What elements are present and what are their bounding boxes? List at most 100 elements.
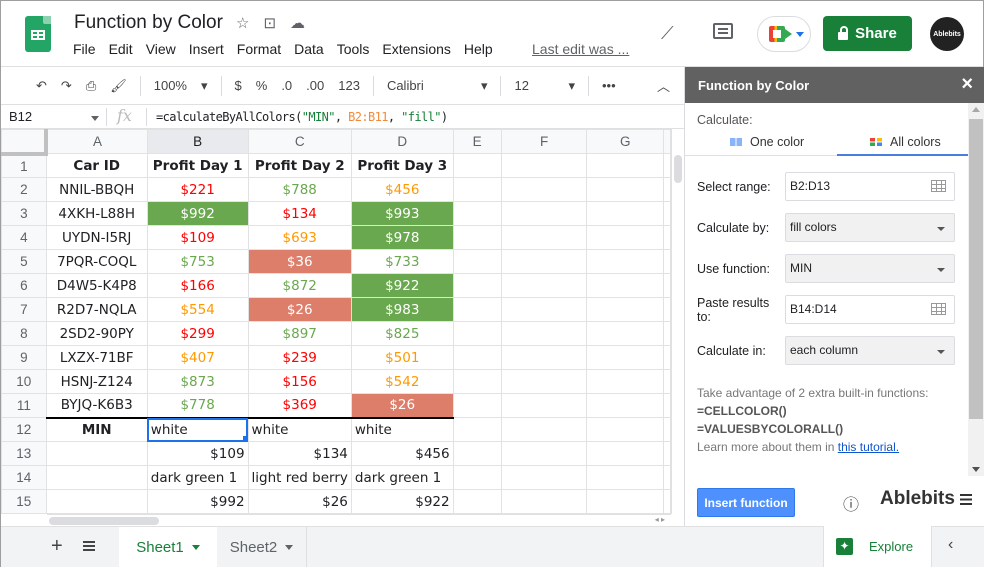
more-formats-button[interactable]: 123 <box>338 78 360 93</box>
profit-cell[interactable]: $26 <box>247 297 352 322</box>
cell[interactable] <box>663 465 671 490</box>
use-function-select[interactable]: MIN <box>785 254 955 283</box>
help-info-icon[interactable]: ⓘ <box>843 491 859 515</box>
hamburger-menu-icon[interactable] <box>960 494 972 506</box>
cell[interactable] <box>586 201 664 226</box>
row-header[interactable]: 12 <box>1 417 47 442</box>
row-header[interactable]: 8 <box>1 321 47 346</box>
profit-cell[interactable]: $554 <box>146 297 249 322</box>
star-icon[interactable]: ☆ <box>236 14 249 32</box>
row-header[interactable]: 13 <box>1 441 47 466</box>
cell[interactable] <box>500 273 588 298</box>
cell[interactable] <box>586 321 664 346</box>
profit-cell[interactable]: $109 <box>146 225 249 250</box>
chevron-down-icon[interactable] <box>191 545 200 550</box>
car-id-cell[interactable]: HSNJ-Z124 <box>45 369 148 394</box>
cloud-status-icon[interactable]: ☁ <box>290 14 305 32</box>
car-id-cell[interactable]: R2D7-NQLA <box>45 297 148 322</box>
car-id-cell[interactable]: UYDN-I5RJ <box>45 225 148 250</box>
column-header-d[interactable]: D <box>350 129 454 154</box>
car-id-cell[interactable]: NNIL-BBQH <box>45 177 148 202</box>
row-header[interactable]: 10 <box>1 369 47 394</box>
menu-data[interactable]: Data <box>294 41 324 57</box>
result-cell[interactable]: white <box>350 417 454 442</box>
row-header[interactable]: 3 <box>1 201 47 226</box>
cell[interactable] <box>500 321 588 346</box>
meet-button[interactable] <box>757 16 811 52</box>
profit-cell[interactable]: $134 <box>247 201 352 226</box>
cell[interactable] <box>663 201 671 226</box>
profit-cell[interactable]: $407 <box>146 345 249 370</box>
cell[interactable] <box>452 345 502 370</box>
car-id-cell[interactable]: D4W5-K4P8 <box>45 273 148 298</box>
cell[interactable] <box>663 489 671 514</box>
column-header-e[interactable]: E <box>452 129 502 154</box>
row-header[interactable] <box>1 513 47 514</box>
print-icon[interactable]: ⎙ <box>86 78 96 94</box>
cell[interactable] <box>586 369 664 394</box>
vertical-scrollbar[interactable] <box>671 129 684 514</box>
car-id-cell[interactable]: 2SD2-90PY <box>45 321 148 346</box>
cell[interactable] <box>663 321 671 346</box>
cell[interactable] <box>663 369 671 394</box>
increase-decimal-button[interactable]: .00 <box>306 78 324 93</box>
cell[interactable] <box>45 441 148 466</box>
result-cell[interactable]: light red berry <box>247 465 352 490</box>
cell[interactable] <box>500 441 588 466</box>
cell[interactable] <box>663 393 671 418</box>
insert-function-button[interactable]: Insert function <box>697 488 795 517</box>
profit-cell[interactable]: $221 <box>146 177 249 202</box>
profit-cell[interactable]: $897 <box>247 321 352 346</box>
cell[interactable] <box>452 249 502 274</box>
result-cell[interactable]: $26 <box>247 489 352 514</box>
header-cell[interactable]: Profit Day 2 <box>247 153 352 178</box>
profit-cell[interactable]: $239 <box>247 345 352 370</box>
range-grid-icon[interactable] <box>931 180 946 192</box>
profit-cell[interactable]: $156 <box>247 369 352 394</box>
menu-tools[interactable]: Tools <box>337 41 370 57</box>
profit-cell[interactable]: $993 <box>350 201 454 226</box>
header-cell[interactable]: Car ID <box>45 153 148 178</box>
row-header[interactable]: 4 <box>1 225 47 250</box>
tutorial-link[interactable]: this tutorial. <box>838 440 899 454</box>
cell[interactable] <box>586 345 664 370</box>
column-header-g[interactable]: G <box>586 129 664 154</box>
result-cell[interactable]: $456 <box>350 441 454 466</box>
car-id-cell[interactable]: 7PQR-COQL <box>45 249 148 274</box>
cell[interactable] <box>452 177 502 202</box>
column-header-c[interactable]: C <box>247 129 352 154</box>
document-title[interactable]: Function by Color <box>74 12 223 34</box>
cell[interactable] <box>663 225 671 250</box>
select-all-corner[interactable] <box>1 129 49 156</box>
menu-view[interactable]: View <box>146 41 176 57</box>
profit-cell[interactable]: $542 <box>350 369 454 394</box>
profit-cell[interactable]: $825 <box>350 321 454 346</box>
row-header[interactable]: 11 <box>1 393 47 418</box>
currency-format-button[interactable]: $ <box>235 78 242 93</box>
row-header[interactable]: 1 <box>1 153 47 178</box>
cell[interactable] <box>452 153 502 178</box>
all-sheets-icon[interactable] <box>83 541 95 553</box>
cell[interactable] <box>586 225 664 250</box>
share-button[interactable]: Share <box>823 16 912 51</box>
menu-help[interactable]: Help <box>464 41 493 57</box>
result-cell[interactable]: white <box>146 417 249 442</box>
paste-results-input[interactable]: B14:D14 <box>785 295 955 324</box>
header-cell[interactable]: Profit Day 3 <box>350 153 454 178</box>
cell[interactable] <box>663 345 671 370</box>
cell[interactable] <box>452 369 502 394</box>
column-header-b[interactable]: B <box>146 129 249 154</box>
cell[interactable] <box>663 297 671 322</box>
horizontal-scrollbar[interactable]: ◂ ▸ <box>47 514 671 526</box>
font-size-select[interactable]: 12 <box>514 78 554 93</box>
result-cell[interactable]: $109 <box>146 441 249 466</box>
chevron-down-icon[interactable] <box>285 545 294 550</box>
cell[interactable] <box>45 489 148 514</box>
cell[interactable] <box>586 417 664 442</box>
row-header[interactable]: 5 <box>1 249 47 274</box>
cell[interactable] <box>663 177 671 202</box>
cell[interactable] <box>452 273 502 298</box>
profit-cell[interactable]: $788 <box>247 177 352 202</box>
cell[interactable] <box>663 273 671 298</box>
close-icon[interactable]: × <box>961 73 973 96</box>
